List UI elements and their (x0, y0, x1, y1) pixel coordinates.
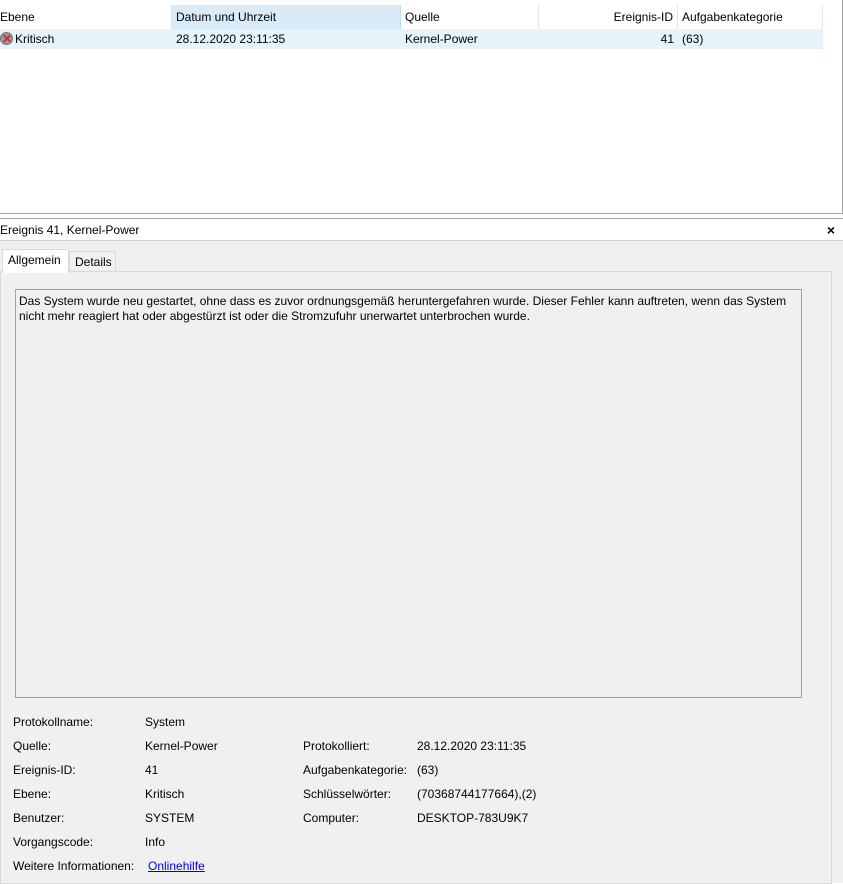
level-value[interactable]: Kritisch (145, 786, 184, 802)
column-header-event-id[interactable]: Ereignis-ID (539, 5, 678, 29)
column-header-row: Ebene Datum und Uhrzeit Quelle Ereignis-… (0, 5, 823, 29)
tab-details[interactable]: Details (69, 251, 116, 272)
critical-icon (0, 32, 13, 45)
logged-value[interactable]: 28.12.2020 23:11:35 (417, 738, 526, 754)
column-header-datetime[interactable]: Datum und Uhrzeit (172, 5, 401, 29)
keywords-label: Schlüsselwörter: (303, 787, 392, 801)
event-detail-pane: Ereignis 41, Kernel-Power × Allgemein De… (0, 218, 843, 884)
computer-value[interactable]: DESKTOP-783U9K7 (417, 810, 528, 826)
detail-title: Ereignis 41, Kernel-Power (0, 223, 140, 237)
row-level-text: Kritisch (15, 32, 55, 46)
column-header-source[interactable]: Quelle (401, 5, 539, 29)
description-box[interactable]: Das System wurde neu gestartet, ohne das… (15, 289, 802, 698)
user-value[interactable]: SYSTEM (145, 810, 194, 826)
event-list[interactable]: Ebene Datum und Uhrzeit Quelle Ereignis-… (0, 0, 843, 214)
row-source-cell: Kernel-Power (405, 32, 478, 46)
opcode-label: Vorgangscode: (13, 835, 94, 849)
task-category-value[interactable]: (63) (417, 762, 438, 778)
online-help-link[interactable]: Onlinehilfe (148, 858, 205, 874)
tab-general[interactable]: Allgemein (2, 249, 69, 273)
event-id-value[interactable]: 41 (145, 762, 158, 778)
task-category-label: Aufgabenkategorie: (303, 763, 408, 777)
detail-title-bar: Ereignis 41, Kernel-Power × (0, 219, 843, 241)
more-info-label: Weitere Informationen: (13, 859, 135, 873)
log-name-value[interactable]: System (145, 714, 185, 730)
event-id-label: Ereignis-ID: (13, 763, 76, 777)
logged-label: Protokolliert: (303, 739, 370, 753)
row-datetime-cell: 28.12.2020 23:11:35 (176, 32, 286, 46)
column-header-task-category[interactable]: Aufgabenkategorie (678, 5, 823, 29)
close-icon[interactable]: × (827, 219, 835, 241)
source-label: Quelle: (13, 739, 52, 753)
computer-label: Computer: (303, 811, 360, 825)
level-label: Ebene: (13, 787, 52, 801)
opcode-value[interactable]: Info (145, 834, 165, 850)
user-label: Benutzer: (13, 811, 65, 825)
source-value[interactable]: Kernel-Power (145, 738, 218, 754)
column-header-level[interactable]: Ebene (0, 5, 172, 29)
log-name-label: Protokollname: (13, 715, 94, 729)
row-level-cell: Kritisch (0, 29, 172, 49)
tab-page-general: Das System wurde neu gestartet, ohne das… (0, 271, 832, 884)
row-event-id-cell: 41 (660, 32, 674, 46)
row-task-category-cell: (63) (682, 32, 704, 46)
keywords-value[interactable]: (70368744177664),(2) (417, 786, 536, 802)
table-row[interactable]: Kritisch 28.12.2020 23:11:35 Kernel-Powe… (0, 29, 823, 49)
